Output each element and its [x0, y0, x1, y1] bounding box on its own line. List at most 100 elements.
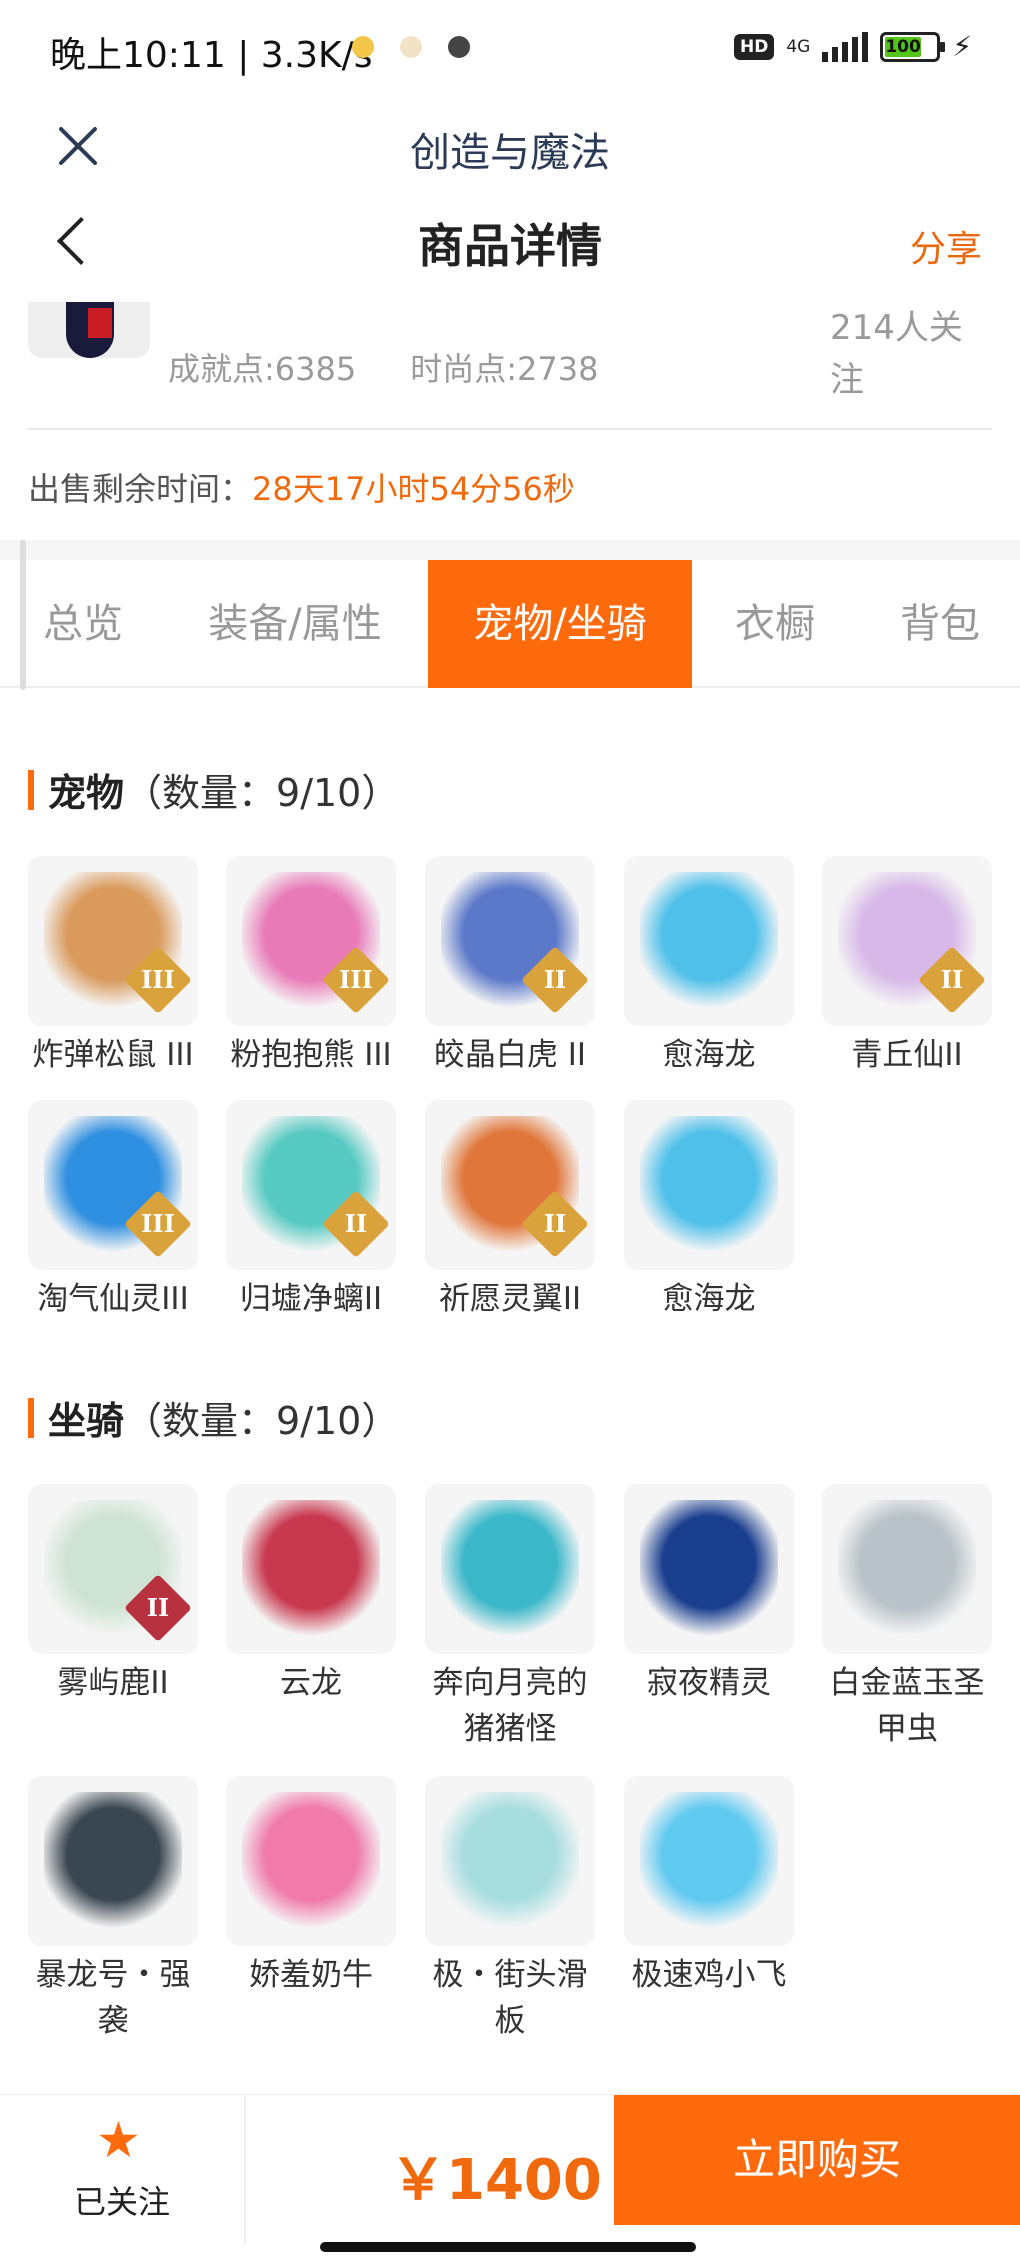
- divider: [0, 540, 1020, 560]
- mounts-title: 坐骑: [48, 1399, 125, 1443]
- mounts-section-title: 坐骑（数量：9/10）: [28, 1390, 399, 1445]
- item-thumbnail: [822, 1484, 992, 1654]
- item-thumbnail: II: [425, 1100, 595, 1270]
- price: ￥1400: [390, 2148, 602, 2213]
- grid-item[interactable]: 极速鸡小飞: [624, 1776, 794, 1998]
- notification-icon: [448, 36, 470, 58]
- tier-badge-label: II: [344, 1209, 368, 1238]
- grid-item[interactable]: II 青丘仙II: [822, 856, 992, 1078]
- sale-remaining: 出售剩余时间：28天17小时54分56秒: [28, 464, 575, 510]
- tier-badge-label: III: [141, 1209, 175, 1238]
- share-button[interactable]: 分享: [910, 220, 982, 272]
- grid-item[interactable]: 云龙: [226, 1484, 396, 1706]
- item-name: 青丘仙II: [851, 1037, 963, 1073]
- tier-badge: II: [521, 946, 589, 1014]
- item-art: [441, 1792, 579, 1930]
- tier-badge: II: [521, 1190, 589, 1258]
- item-name: 雾屿鹿II: [57, 1665, 169, 1701]
- follow-button[interactable]: ★ 已关注: [0, 2095, 244, 2245]
- countdown: 28天17小时54分56秒: [252, 470, 575, 508]
- item-name: 云龙: [280, 1665, 342, 1701]
- item-name: 归墟净螭II: [239, 1281, 383, 1317]
- grid-item[interactable]: III 淘气仙灵III: [28, 1100, 198, 1322]
- grid-item[interactable]: 奔向月亮的猪猪怪: [425, 1484, 595, 1752]
- item-thumbnail: II: [822, 856, 992, 1026]
- tier-badge: III: [322, 946, 390, 1014]
- charging-icon: ⚡: [952, 30, 972, 63]
- fashion-points: 时尚点:2738: [410, 350, 599, 388]
- mounts-grid: II 雾屿鹿II 云龙 奔向月亮的猪猪怪 寂夜精灵 白金蓝玉圣甲虫暴龙号・强袭 娇羞奶牛 极・…: [28, 1484, 992, 2044]
- star-icon: ★: [96, 2111, 141, 2169]
- item-thumbnail: [425, 1776, 595, 1946]
- grid-item[interactable]: 寂夜精灵: [624, 1484, 794, 1706]
- signal-icon: [822, 31, 869, 62]
- network-type: 4G: [786, 36, 811, 57]
- grid-item[interactable]: III 炸弹松鼠 III: [28, 856, 198, 1078]
- item-name: 暴龙号・强袭: [35, 1957, 191, 2039]
- item-name: 寂夜精灵: [647, 1665, 771, 1701]
- item-art: [640, 1116, 778, 1254]
- home-indicator: [320, 2242, 696, 2252]
- item-thumbnail: [624, 1100, 794, 1270]
- grid-item[interactable]: 白金蓝玉圣甲虫: [822, 1484, 992, 1752]
- grid-item[interactable]: 愈海龙: [624, 1100, 794, 1322]
- item-thumbnail: III: [226, 856, 396, 1026]
- item-art: [242, 1500, 380, 1638]
- divider: [244, 2095, 246, 2245]
- item-name: 淘气仙灵III: [37, 1281, 189, 1317]
- pets-section-title: 宠物（数量：9/10）: [28, 762, 399, 817]
- item-art: [441, 1500, 579, 1638]
- grid-item[interactable]: 极・街头滑板: [425, 1776, 595, 2044]
- battery-icon: 100: [880, 31, 946, 62]
- tier-badge-label: II: [146, 1593, 170, 1622]
- item-thumbnail: [226, 1776, 396, 1946]
- item-thumbnail: [624, 1776, 794, 1946]
- grid-item[interactable]: II 归墟净螭II: [226, 1100, 396, 1322]
- grid-item[interactable]: 愈海龙: [624, 856, 794, 1078]
- item-thumbnail: III: [28, 856, 198, 1026]
- page-title: 商品详情: [418, 219, 602, 273]
- item-art: [242, 1792, 380, 1930]
- item-name: 愈海龙: [662, 1281, 756, 1317]
- grid-item[interactable]: II 祈愿灵翼II: [425, 1100, 595, 1322]
- item-thumbnail: [624, 856, 794, 1026]
- divider: [28, 428, 992, 430]
- buy-now-button[interactable]: 立即购买: [614, 2095, 1020, 2225]
- tier-badge-label: III: [141, 965, 175, 994]
- tab-overview[interactable]: 总览: [28, 560, 138, 688]
- tab-equipment[interactable]: 装备/属性: [190, 560, 400, 688]
- grid-item[interactable]: II 皎晶白虎 II: [425, 856, 595, 1078]
- item-name: 皎晶白虎 II: [433, 1037, 587, 1073]
- grid-item[interactable]: II 雾屿鹿II: [28, 1484, 198, 1706]
- item-art: [640, 1500, 778, 1638]
- grid-item[interactable]: III 粉抱抱熊 III: [226, 856, 396, 1078]
- avatar[interactable]: [28, 302, 150, 358]
- pets-title: 宠物: [48, 771, 125, 815]
- notification-icon: [352, 36, 374, 58]
- item-name: 愈海龙: [662, 1037, 756, 1073]
- notification-icon: [400, 36, 422, 58]
- tier-badge: III: [124, 946, 192, 1014]
- achievement-points: 成就点:6385: [168, 350, 357, 388]
- tier-badge: II: [124, 1574, 192, 1642]
- item-name: 极・街头滑板: [432, 1957, 588, 2039]
- item-thumbnail: III: [28, 1100, 198, 1270]
- item-art: [640, 872, 778, 1010]
- battery-level: 100: [885, 36, 921, 57]
- tab-wardrobe[interactable]: 衣橱: [720, 560, 830, 688]
- tier-badge-label: II: [543, 1209, 567, 1238]
- item-art: [838, 1500, 976, 1638]
- pets-count: （数量：9/10）: [124, 771, 400, 815]
- tier-badge-label: II: [543, 965, 567, 994]
- item-thumbnail: [226, 1484, 396, 1654]
- tier-badge: II: [918, 946, 986, 1014]
- grid-item[interactable]: 暴龙号・强袭: [28, 1776, 198, 2044]
- tab-backpack[interactable]: 背包: [880, 560, 1000, 688]
- item-art: [44, 1792, 182, 1930]
- item-thumbnail: [624, 1484, 794, 1654]
- item-thumbnail: [425, 1484, 595, 1654]
- item-name: 奔向月亮的猪猪怪: [432, 1665, 588, 1747]
- grid-item[interactable]: 娇羞奶牛: [226, 1776, 396, 1998]
- tab-pets-mounts[interactable]: 宠物/坐骑: [428, 560, 692, 688]
- item-name: 粉抱抱熊 III: [230, 1037, 392, 1073]
